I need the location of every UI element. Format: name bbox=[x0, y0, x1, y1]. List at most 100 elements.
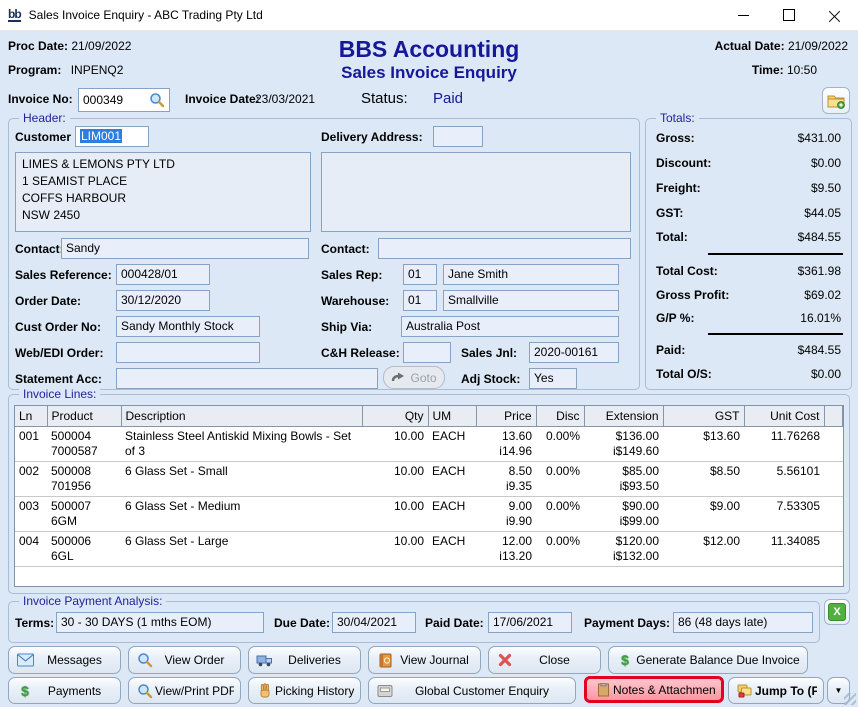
total-cost-value: $361.98 bbox=[798, 264, 841, 278]
header-group-title: Header: bbox=[19, 111, 70, 125]
table-row[interactable]: 001 5000047000587 Stainless Steel Antisk… bbox=[15, 427, 843, 462]
customer-label: Customer bbox=[15, 130, 71, 144]
view-print-pdf-button[interactable]: View/Print PDF bbox=[128, 677, 241, 704]
payments-button[interactable]: $ Payments bbox=[8, 677, 121, 704]
export-excel-button[interactable]: X bbox=[824, 599, 850, 625]
col-unit-cost[interactable]: Unit Cost bbox=[744, 406, 824, 427]
invoice-no-value: 000349 bbox=[83, 93, 149, 107]
new-attachment-button[interactable] bbox=[822, 87, 850, 114]
sales-reference-label: Sales Reference: bbox=[15, 268, 112, 282]
goto-button[interactable]: Goto bbox=[383, 366, 445, 389]
sales-jnl-value: 2020-00161 bbox=[534, 345, 598, 359]
table-row[interactable]: 004 5000066GL 6 Glass Set - Large 10.00 … bbox=[15, 532, 843, 567]
terms-value: 30 - 30 DAYS (1 mths EOM) bbox=[61, 615, 212, 629]
global-customer-enquiry-button[interactable]: Global Customer Enquiry bbox=[368, 677, 576, 704]
terms-input[interactable]: 30 - 30 DAYS (1 mths EOM) bbox=[56, 612, 264, 633]
totals-group-title: Totals: bbox=[656, 111, 699, 125]
col-description[interactable]: Description bbox=[121, 406, 362, 427]
totals-divider bbox=[708, 253, 843, 255]
due-date-label: Due Date: bbox=[274, 616, 330, 630]
gross-profit-value: $69.02 bbox=[804, 288, 841, 302]
delivery-code-input[interactable] bbox=[433, 126, 483, 147]
proc-date-label: Proc Date: bbox=[8, 39, 68, 53]
jump-to-label: Jump To (F8) bbox=[755, 684, 817, 698]
view-order-button[interactable]: View Order bbox=[128, 646, 241, 674]
table-row[interactable]: 003 5000076GM 6 Glass Set - Medium 10.00… bbox=[15, 497, 843, 532]
statement-acc-label: Statement Acc: bbox=[15, 372, 102, 386]
adj-stock-input[interactable]: Yes bbox=[529, 368, 577, 389]
gp-percent-value: 16.01% bbox=[800, 311, 841, 325]
window-title: Sales Invoice Enquiry - ABC Trading Pty … bbox=[29, 8, 263, 22]
hand-icon bbox=[255, 683, 275, 698]
invoice-no-input[interactable]: 000349 bbox=[78, 88, 170, 112]
close-icon bbox=[829, 9, 841, 21]
adj-stock-value: Yes bbox=[534, 371, 554, 385]
warehouse-label: Warehouse: bbox=[321, 294, 389, 308]
table-header-row: Ln Product Description Qty UM Price Disc… bbox=[15, 406, 843, 427]
warehouse-code-input[interactable]: 01 bbox=[403, 290, 437, 311]
col-gst[interactable]: GST bbox=[663, 406, 744, 427]
col-um[interactable]: UM bbox=[428, 406, 476, 427]
resize-grip[interactable] bbox=[844, 693, 856, 705]
sales-reference-input[interactable]: 000428/01 bbox=[116, 264, 210, 285]
messages-label: Messages bbox=[35, 653, 114, 667]
warehouse-name-input[interactable]: Smallville bbox=[443, 290, 619, 311]
web-edi-input[interactable] bbox=[116, 342, 260, 363]
messages-button[interactable]: Messages bbox=[8, 646, 121, 674]
invoice-search-icon[interactable] bbox=[149, 92, 165, 108]
close-button[interactable]: Close bbox=[488, 646, 601, 674]
sales-rep-name-input[interactable]: Jane Smith bbox=[443, 264, 619, 285]
view-print-pdf-label: View/Print PDF bbox=[155, 684, 234, 698]
contact-input[interactable]: Sandy bbox=[61, 238, 309, 259]
col-extension[interactable]: Extension bbox=[584, 406, 663, 427]
totals-total-row: Total:$484.55 bbox=[656, 230, 841, 244]
discount-value: $0.00 bbox=[811, 156, 841, 170]
customer-address-box[interactable]: LIMES & LEMONS PTY LTD 1 SEAMIST PLACE C… bbox=[15, 152, 311, 232]
notes-attachments-button[interactable]: Notes & Attachments bbox=[584, 676, 724, 703]
ch-release-input[interactable] bbox=[403, 342, 451, 363]
due-date-input[interactable]: 30/04/2021 bbox=[332, 612, 416, 633]
generate-balance-due-invoice-button[interactable]: $ Generate Balance Due Invoice bbox=[608, 646, 808, 674]
table-row[interactable]: 002 500008701956 6 Glass Set - Small 10.… bbox=[15, 462, 843, 497]
web-edi-label: Web/EDI Order: bbox=[15, 346, 103, 360]
col-qty[interactable]: Qty bbox=[362, 406, 428, 427]
order-date-input[interactable]: 30/12/2020 bbox=[116, 290, 210, 311]
paid-date-value: 17/06/2021 bbox=[493, 615, 553, 629]
program-value: INPENQ2 bbox=[71, 63, 124, 77]
total-value: $484.55 bbox=[798, 230, 841, 244]
proc-date-value: 21/09/2022 bbox=[71, 39, 131, 53]
paid-date-input[interactable]: 17/06/2021 bbox=[488, 612, 572, 633]
goto-arrow-icon bbox=[391, 372, 405, 383]
gross-value: $431.00 bbox=[798, 131, 841, 145]
deliveries-button[interactable]: Deliveries bbox=[248, 646, 361, 674]
program-label: Program: bbox=[8, 63, 61, 77]
picking-history-button[interactable]: Picking History bbox=[248, 677, 361, 704]
status-label: Status: bbox=[361, 90, 408, 107]
customer-code-input[interactable]: LIM001 bbox=[75, 126, 149, 147]
col-ln[interactable]: Ln bbox=[15, 406, 47, 427]
invoice-lines-group: Invoice Lines: Ln Product Description Qt… bbox=[8, 394, 850, 594]
col-disc[interactable]: Disc bbox=[536, 406, 584, 427]
ship-via-input[interactable]: Australia Post bbox=[401, 316, 619, 337]
maximize-button[interactable] bbox=[766, 0, 812, 30]
delivery-address-box[interactable] bbox=[321, 152, 631, 232]
close-label: Close bbox=[515, 653, 594, 667]
sales-jnl-input[interactable]: 2020-00161 bbox=[529, 342, 619, 363]
table-empty-row bbox=[15, 567, 843, 588]
warehouse-code-value: 01 bbox=[408, 293, 421, 307]
titlebar: bb Sales Invoice Enquiry - ABC Trading P… bbox=[0, 0, 858, 31]
invoice-lines-table[interactable]: Ln Product Description Qty UM Price Disc… bbox=[14, 405, 844, 587]
view-journal-button[interactable]: View Journal bbox=[368, 646, 481, 674]
minimize-button[interactable] bbox=[720, 0, 766, 30]
total-cost-label: Total Cost: bbox=[656, 264, 718, 278]
delivery-contact-input[interactable] bbox=[378, 238, 631, 259]
jump-to-button[interactable]: Jump To (F8) bbox=[728, 677, 824, 704]
proc-date: Proc Date: 21/09/2022 bbox=[8, 39, 131, 53]
cust-order-no-input[interactable]: Sandy Monthly Stock bbox=[116, 316, 260, 337]
statement-acc-input[interactable] bbox=[116, 368, 378, 389]
col-price[interactable]: Price bbox=[476, 406, 536, 427]
payment-days-input[interactable]: 86 (48 days late) bbox=[673, 612, 813, 633]
col-product[interactable]: Product bbox=[47, 406, 121, 427]
sales-rep-code-input[interactable]: 01 bbox=[403, 264, 437, 285]
close-window-button[interactable] bbox=[812, 0, 858, 30]
